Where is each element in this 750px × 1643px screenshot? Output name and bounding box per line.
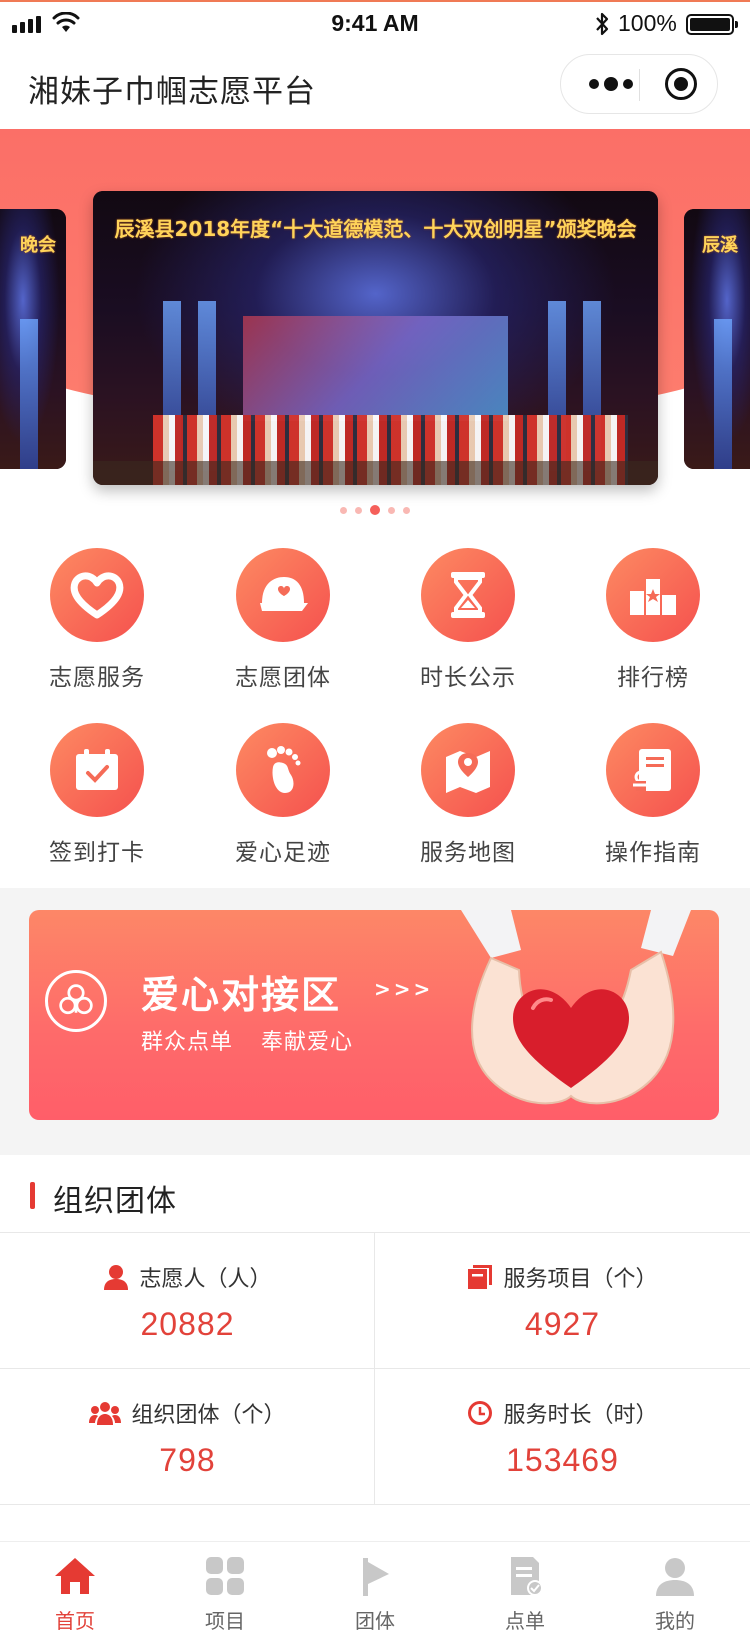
dot-icon bbox=[589, 79, 599, 89]
group-icon bbox=[89, 1402, 122, 1425]
tab-mine[interactable]: 我的 bbox=[600, 1542, 750, 1643]
promo-section: 爱心对接区 >>> 群众点单 奉献爱心 bbox=[0, 888, 750, 1155]
tab-projects[interactable]: 项目 bbox=[150, 1542, 300, 1643]
heart-icon bbox=[50, 548, 144, 642]
grid-item-love-footprint[interactable]: 爱心足迹 bbox=[186, 719, 372, 889]
promo-title: 爱心对接区 bbox=[141, 973, 342, 1017]
grid-item-label: 志愿服务 bbox=[49, 665, 145, 691]
capsule-divider bbox=[639, 69, 640, 101]
hands-holding-heart-icon bbox=[461, 910, 691, 1105]
footprint-icon bbox=[236, 723, 330, 817]
stat-label: 服务项目（个） bbox=[503, 1267, 658, 1292]
section-title: 组织团体 bbox=[53, 1184, 177, 1219]
more-menu-button[interactable] bbox=[581, 55, 641, 113]
women-federation-logo-icon bbox=[45, 970, 107, 1032]
calendar-check-icon bbox=[50, 723, 144, 817]
podium-icon bbox=[606, 548, 700, 642]
tab-orders[interactable]: 点单 bbox=[450, 1542, 600, 1643]
stat-service-projects[interactable]: 服务项目（个） 4927 bbox=[375, 1233, 750, 1369]
map-icon bbox=[421, 723, 515, 817]
stat-volunteers[interactable]: 志愿人（人） 20882 bbox=[0, 1233, 375, 1369]
carousel-slide-prev[interactable]: 晚会 bbox=[0, 209, 66, 469]
grid-item-label: 爱心足迹 bbox=[235, 840, 331, 866]
organization-stats: 组织团体 志愿人（人） 20882 服务项目（个） 4927 组织团体（个） 7… bbox=[0, 1155, 750, 1535]
status-bar: 9:41 AM 100% bbox=[0, 0, 750, 44]
grid-item-label: 签到打卡 bbox=[49, 840, 145, 866]
stat-value: 798 bbox=[159, 1442, 216, 1478]
carousel-dot[interactable] bbox=[403, 506, 410, 514]
carousel-dot[interactable] bbox=[388, 506, 395, 514]
stat-value: 4927 bbox=[524, 1306, 601, 1342]
guide-icon bbox=[606, 723, 700, 817]
grid-item-label: 排行榜 bbox=[617, 665, 689, 691]
carousel-dot[interactable] bbox=[340, 506, 347, 514]
carousel-indicator bbox=[0, 505, 750, 515]
stat-label: 志愿人（人） bbox=[139, 1267, 272, 1292]
user-icon bbox=[656, 1558, 694, 1596]
tab-label: 团体 bbox=[355, 1609, 395, 1633]
grid-item-label: 时长公示 bbox=[420, 665, 516, 691]
promo-subtitle: 群众点单 奉献爱心 bbox=[141, 1030, 353, 1055]
mini-program-capsule bbox=[560, 54, 718, 114]
dot-icon bbox=[604, 77, 618, 91]
grid-icon bbox=[206, 1557, 244, 1595]
grid-item-duration-notice[interactable]: 时长公示 bbox=[371, 544, 557, 714]
tab-home[interactable]: 首页 bbox=[0, 1542, 150, 1643]
stat-groups[interactable]: 组织团体（个） 798 bbox=[0, 1369, 375, 1505]
order-icon bbox=[511, 1557, 543, 1596]
tab-groups[interactable]: 团体 bbox=[300, 1542, 450, 1643]
slide-caption: 辰溪县2018年度“十大道德模范、十大双创明星”颁奖晚会 bbox=[114, 217, 637, 241]
cap-icon bbox=[236, 548, 330, 642]
target-icon bbox=[665, 68, 697, 100]
flag-icon bbox=[363, 1558, 389, 1596]
stat-value: 20882 bbox=[140, 1306, 235, 1342]
promo-arrows: >>> bbox=[374, 977, 434, 1001]
page-title: 湘妹子巾帼志愿平台 bbox=[28, 74, 316, 110]
carousel-dot-active[interactable] bbox=[370, 505, 380, 515]
grid-item-label: 服务地图 bbox=[420, 840, 516, 866]
stat-label: 组织团体（个） bbox=[131, 1403, 286, 1428]
person-icon bbox=[104, 1265, 129, 1290]
slide-caption: 辰溪 bbox=[702, 235, 738, 256]
dot-icon bbox=[623, 79, 633, 89]
bluetooth-icon bbox=[596, 12, 609, 36]
grid-item-ranking[interactable]: 排行榜 bbox=[556, 544, 742, 714]
stat-value: 153469 bbox=[506, 1442, 619, 1478]
stage-screen bbox=[243, 316, 508, 421]
carousel-slide-current[interactable]: 辰溪县2018年度“十大道德模范、十大双创明星”颁奖晚会 bbox=[93, 191, 658, 485]
stat-service-hours[interactable]: 服务时长（时） 153469 bbox=[375, 1369, 750, 1505]
hourglass-icon bbox=[421, 548, 515, 642]
tab-label: 我的 bbox=[655, 1609, 695, 1633]
clock-icon bbox=[468, 1401, 493, 1425]
carousel-slide-next[interactable]: 辰溪 bbox=[684, 209, 750, 469]
home-icon bbox=[55, 1558, 95, 1594]
carousel-dot[interactable] bbox=[355, 506, 362, 514]
grid-item-volunteer-group[interactable]: 志愿团体 bbox=[186, 544, 372, 714]
section-accent-bar bbox=[30, 1182, 35, 1209]
stat-label: 服务时长（时） bbox=[503, 1403, 658, 1428]
grid-item-check-in[interactable]: 签到打卡 bbox=[0, 719, 186, 889]
section-header: 组织团体 bbox=[0, 1155, 750, 1233]
tab-label: 项目 bbox=[205, 1609, 245, 1633]
slide-caption: 晚会 bbox=[20, 235, 56, 256]
grid-item-label: 志愿团体 bbox=[235, 665, 331, 691]
grid-item-service-map[interactable]: 服务地图 bbox=[371, 719, 557, 889]
tab-label: 首页 bbox=[55, 1609, 95, 1633]
nav-bar: 湘妹子巾帼志愿平台 bbox=[0, 44, 750, 129]
folder-icon bbox=[468, 1265, 493, 1289]
bottom-tab-bar: 首页 项目 团体 点单 我的 bbox=[0, 1541, 750, 1643]
grid-item-label: 操作指南 bbox=[605, 840, 701, 866]
tab-label: 点单 bbox=[505, 1609, 545, 1633]
grid-item-volunteer-service[interactable]: 志愿服务 bbox=[0, 544, 186, 714]
love-match-banner[interactable]: 爱心对接区 >>> 群众点单 奉献爱心 bbox=[29, 910, 719, 1120]
close-button[interactable] bbox=[651, 55, 711, 113]
battery-icon bbox=[686, 14, 738, 35]
battery-percent: 100% bbox=[618, 10, 677, 36]
grid-item-user-guide[interactable]: 操作指南 bbox=[556, 719, 742, 889]
